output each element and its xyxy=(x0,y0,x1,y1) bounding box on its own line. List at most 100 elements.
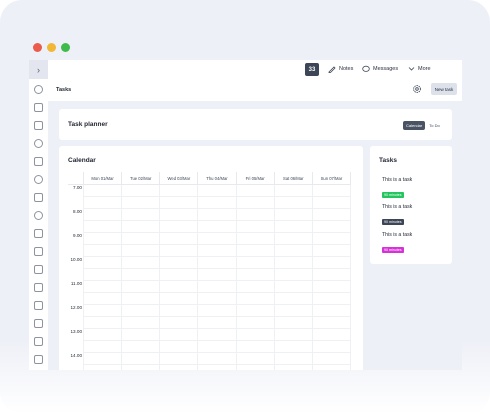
calendar-cell[interactable] xyxy=(236,304,275,317)
calendar-cell[interactable] xyxy=(121,292,161,305)
calendar-cell[interactable] xyxy=(121,268,161,281)
user-group-icon[interactable] xyxy=(34,139,43,148)
calendar-cell[interactable] xyxy=(197,328,237,341)
calendar-cell[interactable] xyxy=(197,184,237,197)
calendar-cell[interactable] xyxy=(236,196,275,209)
gear-icon[interactable] xyxy=(412,84,422,94)
calendar-cell[interactable] xyxy=(274,280,313,293)
lock-icon[interactable] xyxy=(34,319,43,328)
calendar-cell[interactable] xyxy=(312,220,352,233)
car-icon[interactable] xyxy=(34,283,43,292)
calendar-cell[interactable] xyxy=(159,340,199,353)
calendar-cell[interactable] xyxy=(197,220,237,233)
tag-icon[interactable] xyxy=(34,157,43,166)
calendar-cell[interactable] xyxy=(159,364,199,370)
calendar-cell[interactable] xyxy=(236,184,275,197)
camera-icon[interactable] xyxy=(34,193,43,202)
calendar-cell[interactable] xyxy=(197,352,237,365)
calendar-cell[interactable] xyxy=(159,196,199,209)
calendar-cell[interactable] xyxy=(159,328,199,341)
calendar-cell[interactable] xyxy=(83,364,123,370)
calendar-cell[interactable] xyxy=(274,292,313,305)
calendar-cell[interactable] xyxy=(274,304,313,317)
calendar-cell[interactable] xyxy=(121,316,161,329)
calendar-cell[interactable] xyxy=(236,268,275,281)
maximize-window-button[interactable] xyxy=(61,43,70,52)
calendar-cell[interactable] xyxy=(121,184,161,197)
calendar-cell[interactable] xyxy=(312,244,352,257)
calendar-cell[interactable] xyxy=(312,316,352,329)
calendar-cell[interactable] xyxy=(274,328,313,341)
calendar-cell[interactable] xyxy=(159,304,199,317)
calendar-cell[interactable] xyxy=(236,292,275,305)
calendar-cell[interactable] xyxy=(159,244,199,257)
calendar-cell[interactable] xyxy=(236,316,275,329)
calendar-cell[interactable] xyxy=(236,340,275,353)
calendar-cell[interactable] xyxy=(197,232,237,245)
calendar-cell[interactable] xyxy=(312,364,352,370)
calendar-cell[interactable] xyxy=(83,196,123,209)
calendar-view-tab[interactable]: Calendar xyxy=(403,121,426,130)
calendar-cell[interactable] xyxy=(159,184,199,197)
calendar-cell[interactable] xyxy=(83,292,123,305)
calendar-cell[interactable] xyxy=(197,256,237,269)
calendar-cell[interactable] xyxy=(274,268,313,281)
calendar-cell[interactable] xyxy=(197,280,237,293)
calendar-cell[interactable] xyxy=(312,328,352,341)
calendar-cell[interactable] xyxy=(274,352,313,365)
mobile-icon[interactable] xyxy=(34,337,43,346)
calendar-cell[interactable] xyxy=(83,328,123,341)
more-menu[interactable]: More xyxy=(408,65,431,72)
close-window-button[interactable] xyxy=(33,43,42,52)
calendar-cell[interactable] xyxy=(83,280,123,293)
calendar-cell[interactable] xyxy=(236,256,275,269)
calendar-cell[interactable] xyxy=(274,244,313,257)
calendar-cell[interactable] xyxy=(83,220,123,233)
calendar-cell[interactable] xyxy=(274,208,313,221)
calendar-cell[interactable] xyxy=(312,232,352,245)
calendar-cell[interactable] xyxy=(274,256,313,269)
calendar-cell[interactable] xyxy=(121,352,161,365)
calendar-cell[interactable] xyxy=(312,196,352,209)
calendar-cell[interactable] xyxy=(274,184,313,197)
calendar-cell[interactable] xyxy=(312,292,352,305)
calendar-cell[interactable] xyxy=(197,268,237,281)
task-card[interactable]: This is a task 90 minutes xyxy=(382,177,412,201)
calendar-cell[interactable] xyxy=(121,220,161,233)
calendar-cell[interactable] xyxy=(197,316,237,329)
calendar-cell[interactable] xyxy=(312,268,352,281)
task-card[interactable]: This is a task 90 minutes xyxy=(382,204,412,228)
calendar-cell[interactable] xyxy=(312,304,352,317)
calendar-cell[interactable] xyxy=(274,340,313,353)
calendar-cell[interactable] xyxy=(274,196,313,209)
calendar-cell[interactable] xyxy=(197,304,237,317)
folder-icon[interactable] xyxy=(34,103,43,112)
clock-icon[interactable] xyxy=(34,175,43,184)
calendar-icon[interactable] xyxy=(34,265,43,274)
calendar-cell[interactable] xyxy=(159,352,199,365)
calendar-cell[interactable] xyxy=(83,304,123,317)
calendar-cell[interactable] xyxy=(83,232,123,245)
calendar-cell[interactable] xyxy=(236,352,275,365)
calendar-cell[interactable] xyxy=(159,292,199,305)
inbox-icon[interactable] xyxy=(34,229,43,238)
book-icon[interactable] xyxy=(34,301,43,310)
calendar-cell[interactable] xyxy=(312,256,352,269)
calendar-cell[interactable] xyxy=(159,220,199,233)
calendar-cell[interactable] xyxy=(312,340,352,353)
document-icon[interactable] xyxy=(34,355,43,364)
calendar-cell[interactable] xyxy=(236,244,275,257)
todo-view-tab[interactable]: To Do xyxy=(426,121,442,130)
calendar-cell[interactable] xyxy=(83,244,123,257)
calendar-cell[interactable] xyxy=(312,280,352,293)
calendar-cell[interactable] xyxy=(83,316,123,329)
calendar-cell[interactable] xyxy=(159,268,199,281)
calendar-cell[interactable] xyxy=(274,220,313,233)
calendar-cell[interactable] xyxy=(121,208,161,221)
calendar-cell[interactable] xyxy=(197,292,237,305)
calendar-cell[interactable] xyxy=(312,208,352,221)
calendar-cell[interactable] xyxy=(312,184,352,197)
calendar-cell[interactable] xyxy=(83,340,123,353)
people-icon[interactable] xyxy=(34,85,43,94)
task-card[interactable]: This is a task 90 minutes xyxy=(382,232,412,256)
